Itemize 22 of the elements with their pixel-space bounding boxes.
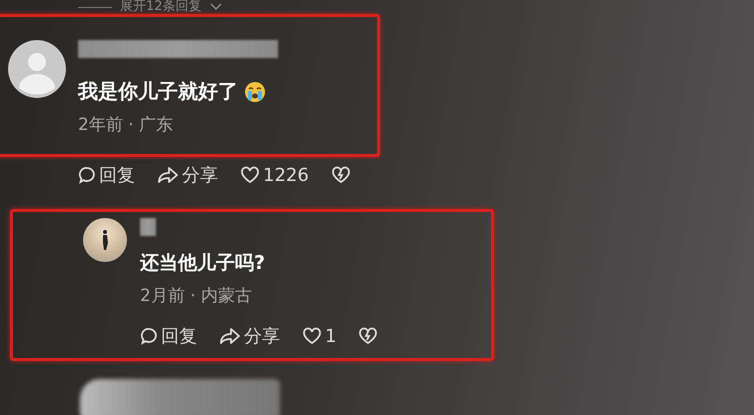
share-icon — [157, 166, 179, 184]
crying-emoji-icon — [244, 80, 266, 102]
share-button[interactable]: 分享 — [219, 324, 280, 348]
share-button[interactable]: 分享 — [157, 163, 218, 187]
chevron-down-icon — [210, 3, 222, 11]
comment-text: 还当他儿子吗? — [140, 251, 266, 276]
comment-icon — [140, 327, 158, 345]
like-button[interactable]: 1226 — [240, 164, 309, 186]
avatar-icon[interactable] — [8, 40, 66, 98]
comment-meta: 2月前 · 内蒙古 — [140, 285, 254, 307]
comment-meta: 2年前 · 广东 — [78, 114, 174, 136]
share-icon — [219, 327, 241, 345]
like-button[interactable]: 1 — [302, 326, 336, 346]
comment-icon — [78, 166, 96, 184]
reply-button[interactable]: 回复 — [78, 163, 135, 187]
dislike-icon[interactable] — [358, 327, 378, 345]
heart-icon — [240, 166, 260, 184]
reply-button[interactable]: 回复 — [140, 324, 197, 348]
dislike-icon[interactable] — [330, 166, 351, 184]
photo-placeholder[interactable] — [83, 218, 127, 262]
heart-icon — [302, 327, 322, 345]
comment-text: 我是你儿子就好了 — [78, 78, 238, 105]
